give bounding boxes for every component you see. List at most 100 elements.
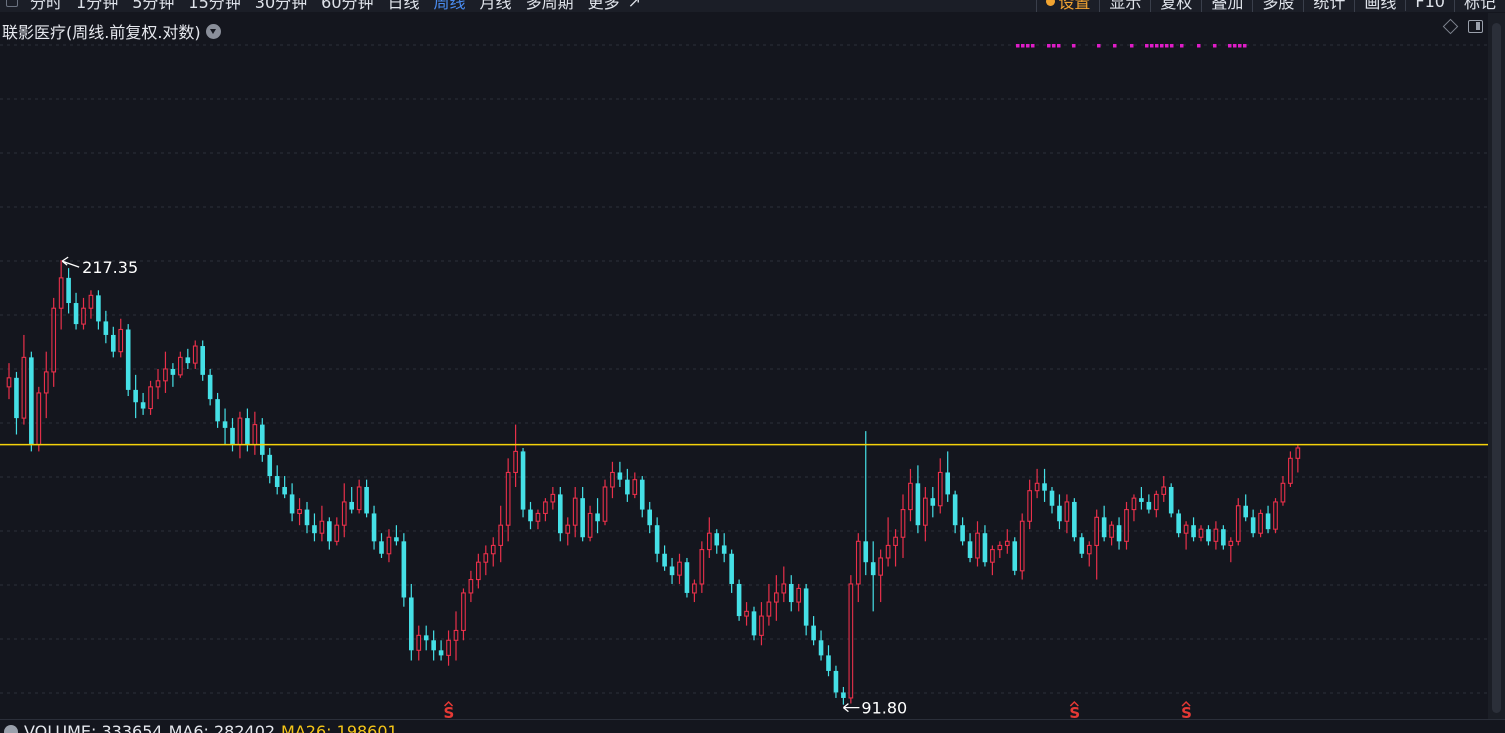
candle — [156, 369, 160, 399]
candle-body — [618, 472, 623, 479]
candle-body — [670, 566, 675, 575]
candle-body — [230, 428, 235, 445]
candle-body — [1221, 529, 1226, 545]
candle-body — [499, 525, 503, 545]
candle — [305, 502, 310, 533]
candle-body — [179, 357, 183, 374]
candle — [126, 324, 131, 396]
candle-body — [573, 498, 577, 525]
candle-body — [1028, 491, 1032, 522]
candle — [647, 502, 652, 533]
candle-body — [305, 510, 310, 526]
signal-dot — [1197, 44, 1201, 48]
candle-body — [640, 480, 645, 510]
candle-body — [1125, 510, 1129, 542]
candle-body — [938, 472, 942, 505]
candle-body — [1050, 491, 1055, 506]
high-price-label: 217.35 — [82, 258, 138, 277]
candle — [66, 268, 71, 313]
candle-body — [119, 329, 123, 351]
candle-body — [1095, 517, 1099, 545]
candle-body — [484, 554, 488, 562]
candlestick-chart[interactable]: 217.35 91.80 SSSS — [0, 0, 1488, 719]
candle — [894, 529, 898, 566]
candle — [1296, 445, 1300, 473]
candle-body — [491, 545, 495, 553]
candle-body — [901, 510, 905, 538]
candle — [431, 630, 436, 660]
candle-body — [96, 295, 101, 321]
candle-body — [991, 550, 995, 563]
candle — [544, 498, 548, 521]
signal-dot — [1238, 44, 1242, 48]
candle — [44, 352, 48, 418]
candle-body — [164, 369, 168, 381]
candle-body — [804, 588, 809, 625]
candle-body — [1117, 525, 1122, 541]
candle — [782, 566, 786, 602]
candle — [737, 580, 742, 621]
candle — [424, 626, 429, 651]
candle — [379, 533, 384, 558]
candle-body — [469, 580, 473, 593]
candle-body — [916, 483, 921, 525]
candle-body — [521, 451, 526, 509]
high-annotation: 217.35 — [62, 257, 138, 277]
candle — [387, 529, 391, 562]
candle — [447, 630, 451, 665]
candle-body — [312, 525, 317, 533]
candle — [394, 525, 399, 545]
candle-body — [678, 562, 682, 575]
candle — [484, 545, 488, 575]
candle-body — [327, 521, 332, 541]
candle-body — [647, 510, 652, 526]
signal-dot — [1243, 44, 1247, 48]
candle — [1155, 491, 1159, 518]
candle-body — [693, 584, 697, 593]
low-arrow-icon — [843, 704, 859, 712]
candle-body — [126, 329, 131, 389]
candle — [886, 517, 890, 566]
candle-body — [1199, 529, 1203, 537]
candle — [1102, 506, 1107, 542]
candle-body — [752, 611, 757, 635]
candle — [29, 352, 34, 452]
low-price-label: 91.80 — [861, 699, 907, 718]
candle-body — [536, 513, 540, 521]
candle-body — [588, 513, 592, 537]
candle-body — [104, 321, 109, 335]
candle-body — [1251, 517, 1256, 533]
signal-dot — [1097, 44, 1101, 48]
candle-body — [1080, 537, 1085, 554]
candle — [536, 510, 540, 530]
candle-body — [528, 510, 533, 522]
scrollbar-thumb[interactable] — [1492, 23, 1501, 713]
candle-body — [1042, 483, 1047, 490]
candle — [1012, 537, 1017, 575]
candle — [1206, 525, 1211, 545]
candle — [662, 545, 667, 570]
candle — [1006, 529, 1010, 554]
candle-body — [7, 378, 11, 387]
candle-body — [998, 545, 1002, 549]
candle-body — [141, 402, 146, 408]
candle — [364, 480, 369, 518]
candle-body — [953, 494, 958, 525]
signal-dot — [1031, 44, 1035, 48]
candle — [477, 554, 481, 589]
candle — [931, 487, 936, 517]
candle-body — [514, 451, 518, 472]
signal-dot — [1165, 44, 1169, 48]
candle — [1162, 476, 1166, 502]
candle-body — [863, 541, 868, 562]
vertical-scrollbar[interactable] — [1488, 13, 1505, 719]
candle — [655, 517, 660, 562]
candle — [133, 375, 138, 418]
candle-body — [834, 671, 839, 692]
candle — [603, 480, 607, 526]
candle — [1132, 494, 1136, 521]
candle — [618, 462, 623, 487]
candle — [611, 462, 615, 498]
candle — [253, 412, 257, 455]
candle — [670, 558, 675, 584]
